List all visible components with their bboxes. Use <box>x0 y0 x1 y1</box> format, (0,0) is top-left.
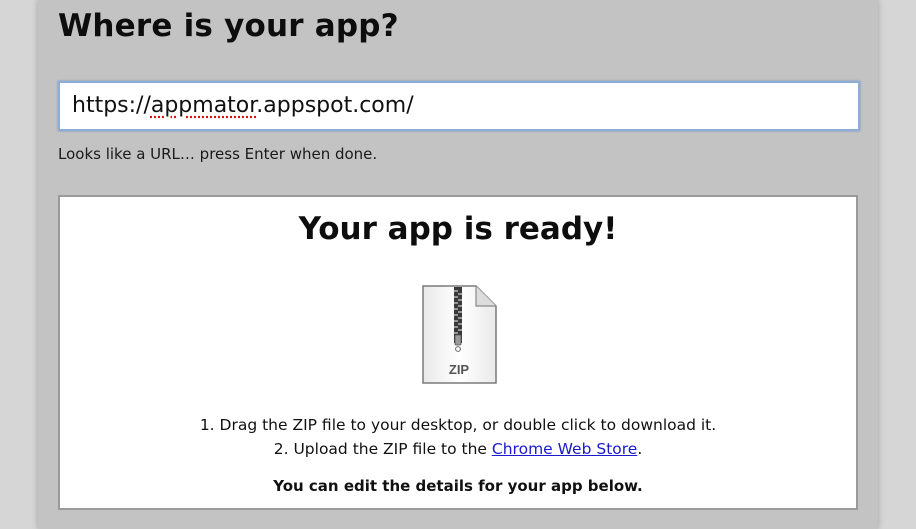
app-url-input[interactable]: https://appmator.appspot.com/ <box>58 81 860 131</box>
step-2-suffix: . <box>637 440 643 458</box>
app-location-panel: Where is your app? https://appmator.apps… <box>38 0 878 529</box>
url-value-prefix: https:// <box>72 93 151 118</box>
url-value-misspelled-word: appmator <box>150 93 257 118</box>
zip-file-download[interactable]: ZIP <box>420 285 498 385</box>
zip-label: ZIP <box>449 362 470 377</box>
url-hint: Looks like a URL… press Enter when done. <box>58 145 378 163</box>
instructions: 1. Drag the ZIP file to your desktop, or… <box>60 413 856 461</box>
app-ready-title: Your app is ready! <box>298 211 618 247</box>
step-2-prefix: 2. Upload the ZIP file to the <box>273 440 492 458</box>
section-heading: Where is your app? <box>58 8 399 44</box>
app-ready-box: Your app is ready! ZIP 1. Drag the ZIP f… <box>58 195 858 510</box>
edit-details-note: You can edit the details for your app be… <box>273 477 643 495</box>
step-1: 1. Drag the ZIP file to your desktop, or… <box>199 416 717 434</box>
chrome-web-store-link[interactable]: Chrome Web Store <box>492 440 637 458</box>
step-2: 2. Upload the ZIP file to the Chrome Web… <box>60 437 856 461</box>
zip-file-icon: ZIP <box>422 285 497 384</box>
url-value-suffix: .appspot.com/ <box>256 93 414 118</box>
